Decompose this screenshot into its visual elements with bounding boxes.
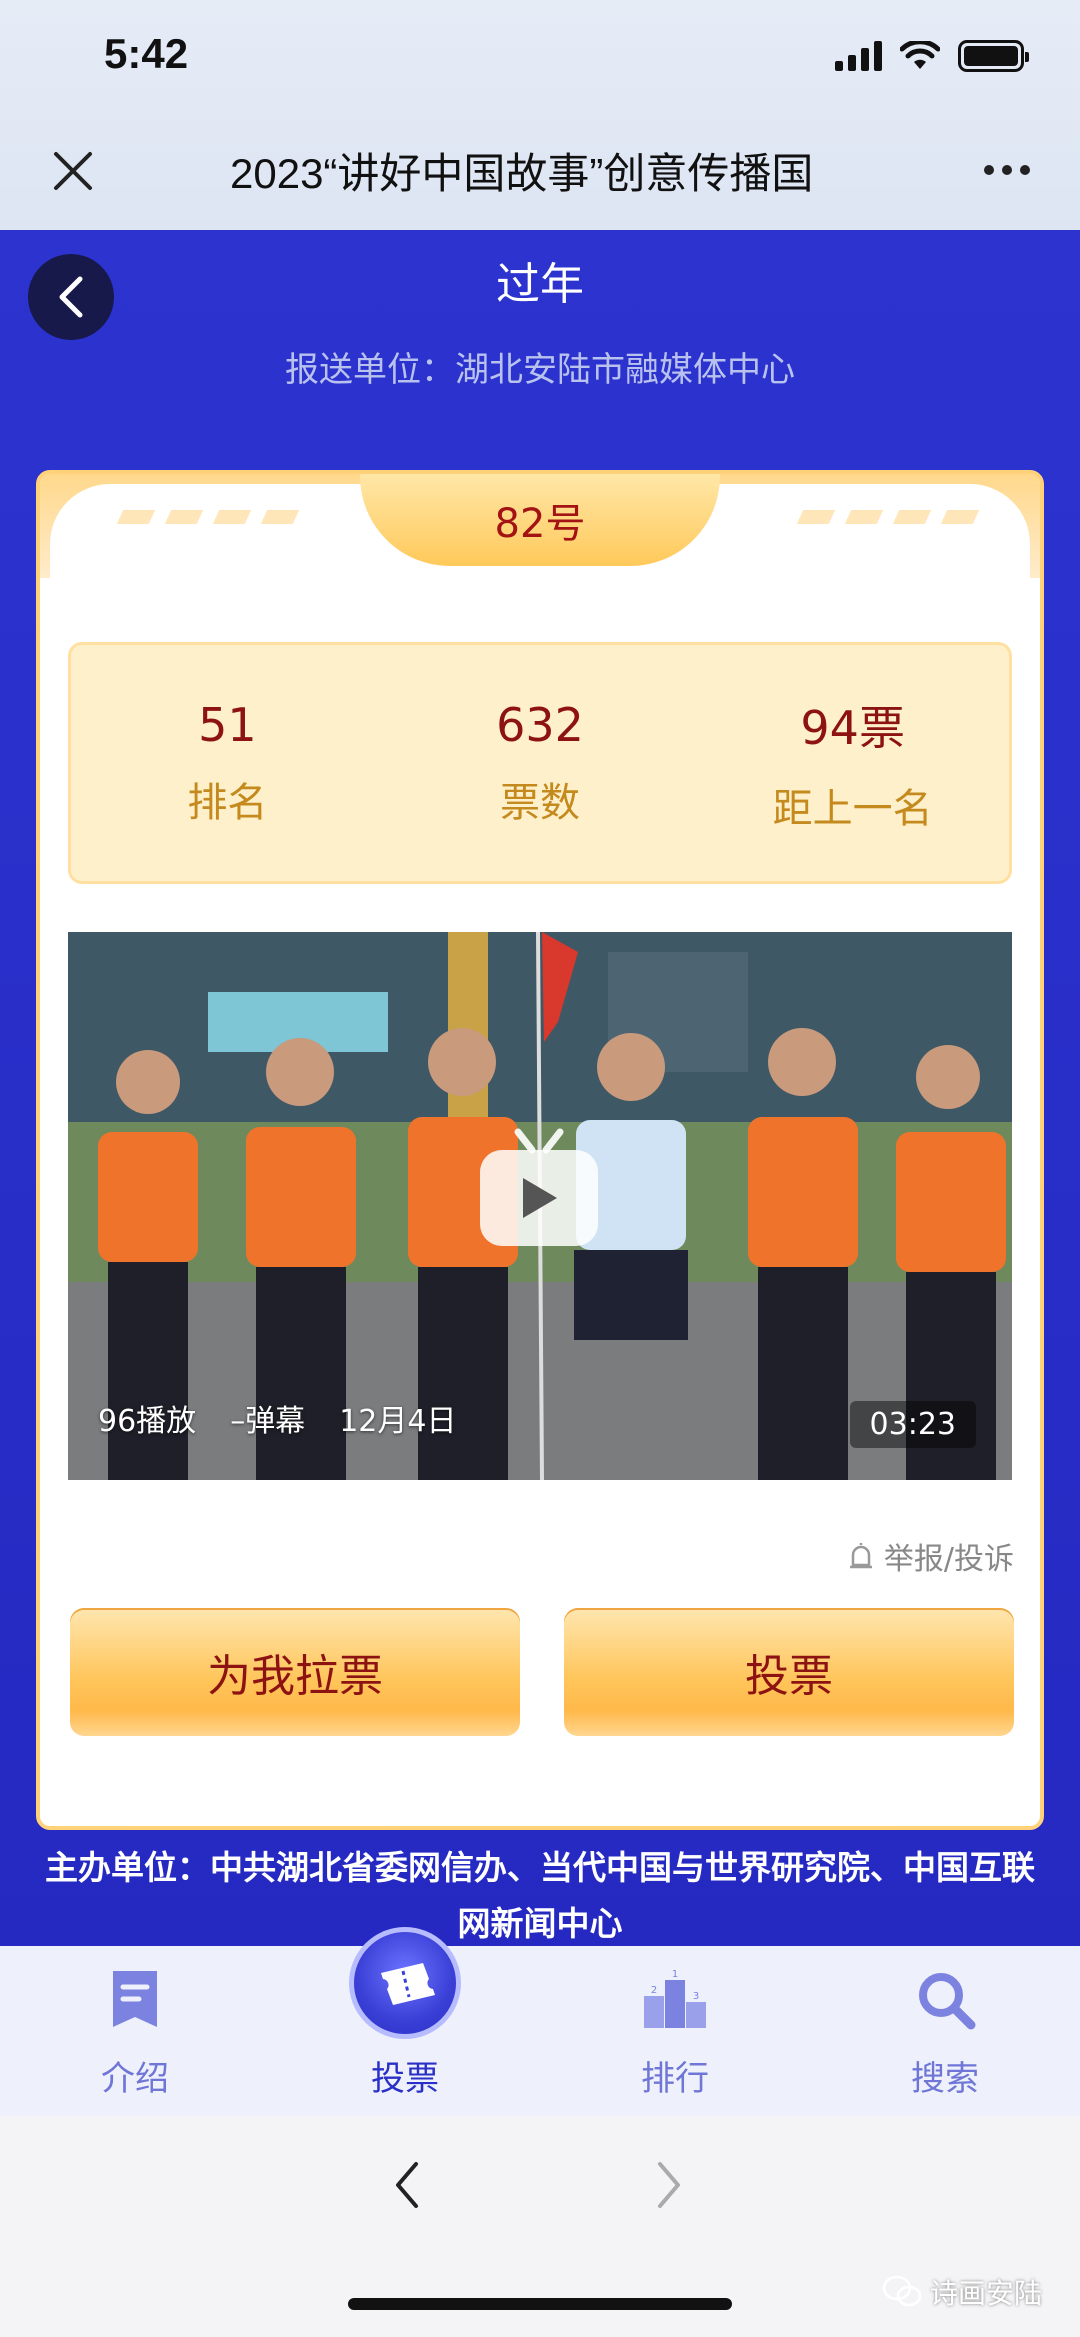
wifi-icon — [900, 41, 940, 69]
main-content: 过年 报送单位：湖北安陆市融媒体中心 82号 51 排名 632 票数 94票 … — [0, 230, 1080, 1946]
svg-text:3: 3 — [693, 1991, 699, 2002]
more-options-icon[interactable] — [984, 165, 1030, 175]
search-icon — [919, 1973, 976, 2030]
video-duration: 03:23 — [849, 1401, 976, 1448]
tab-label: 介绍 — [101, 2059, 169, 2099]
entry-number-badge: 82号 — [360, 474, 720, 566]
vote-card: 82号 51 排名 632 票数 94票 距上一名 96播放 –弹幕 12月4日… — [36, 470, 1044, 1830]
tab-label: 排行 — [641, 2059, 709, 2099]
home-indicator — [348, 2298, 732, 2310]
report-label: 举报/投诉 — [883, 1542, 1014, 1577]
action-buttons: 为我拉票 投票 — [70, 1608, 1014, 1736]
play-button[interactable] — [480, 1150, 598, 1246]
stat-rank: 51 排名 — [71, 645, 384, 881]
battery-icon — [958, 40, 1029, 72]
decor-stripes-left — [116, 510, 300, 524]
podium-icon: 1 2 3 — [644, 1969, 706, 2028]
watermark-text: 诗画安陆 — [929, 2277, 1042, 2310]
page-title: 2023“讲好中国故事”创意传播国 — [230, 150, 814, 197]
publish-date: 12月4日 — [339, 1404, 457, 1439]
top-bar: 5:42 2023“讲好中国故事”创意传播国 — [0, 0, 1080, 230]
stat-gap: 94票 距上一名 — [696, 645, 1009, 881]
danmaku-count: –弹幕 — [230, 1404, 306, 1439]
video-meta: 96播放 –弹幕 12月4日 — [98, 1396, 456, 1440]
stat-label: 票数 — [500, 780, 580, 826]
decor-stripes-right — [796, 510, 980, 524]
play-icon — [523, 1178, 557, 1218]
stat-value: 632 — [496, 698, 584, 752]
vote-button[interactable]: 投票 — [564, 1608, 1014, 1736]
cellular-signal-icon — [835, 41, 882, 71]
stats-panel: 51 排名 632 票数 94票 距上一名 — [68, 642, 1012, 884]
svg-text:2: 2 — [651, 1985, 657, 1996]
svg-text:1: 1 — [672, 1969, 678, 1980]
close-icon[interactable] — [50, 148, 96, 194]
report-link[interactable]: 举报/投诉 — [846, 1534, 1014, 1578]
status-time: 5:42 — [104, 30, 189, 77]
wechat-icon — [882, 2275, 922, 2307]
browser-back-icon[interactable] — [392, 2160, 422, 2210]
tab-ranking[interactable]: 1 2 3 排行 — [540, 1946, 810, 2116]
work-title: 过年 — [496, 259, 584, 310]
organizer-text: 主办单位：中共湖北省委网信办、当代中国与世界研究院、中国互联网新闻中心 — [45, 1848, 1035, 1943]
status-icons — [835, 40, 1029, 72]
video-player[interactable]: 96播放 –弹幕 12月4日 03:23 — [68, 932, 1012, 1480]
bottom-tab-bar: 介绍 投票 1 2 3 排行 搜索 — [0, 1927, 1080, 2116]
ticket-icon — [381, 1963, 435, 2005]
tab-vote[interactable]: 投票 — [270, 1927, 540, 2116]
stat-label: 距上一名 — [772, 786, 933, 832]
stat-value: 51 — [198, 698, 257, 752]
stat-value: 94票 — [800, 701, 905, 755]
play-count: 96播放 — [98, 1404, 197, 1439]
stat-votes: 632 票数 — [384, 645, 697, 881]
tab-label: 投票 — [371, 2059, 439, 2099]
submit-unit: 报送单位：湖北安陆市融媒体中心 — [285, 350, 795, 390]
browser-forward-icon[interactable] — [654, 2160, 684, 2210]
wechat-watermark: 诗画安陆 — [882, 2272, 1042, 2312]
stat-label: 排名 — [187, 780, 268, 826]
alarm-bell-icon — [849, 1543, 872, 1569]
canvass-button[interactable]: 为我拉票 — [70, 1608, 520, 1736]
intro-doc-icon — [113, 1971, 157, 2027]
tab-search[interactable]: 搜索 — [810, 1946, 1080, 2116]
tab-intro[interactable]: 介绍 — [0, 1946, 270, 2116]
tab-label: 搜索 — [911, 2059, 979, 2099]
